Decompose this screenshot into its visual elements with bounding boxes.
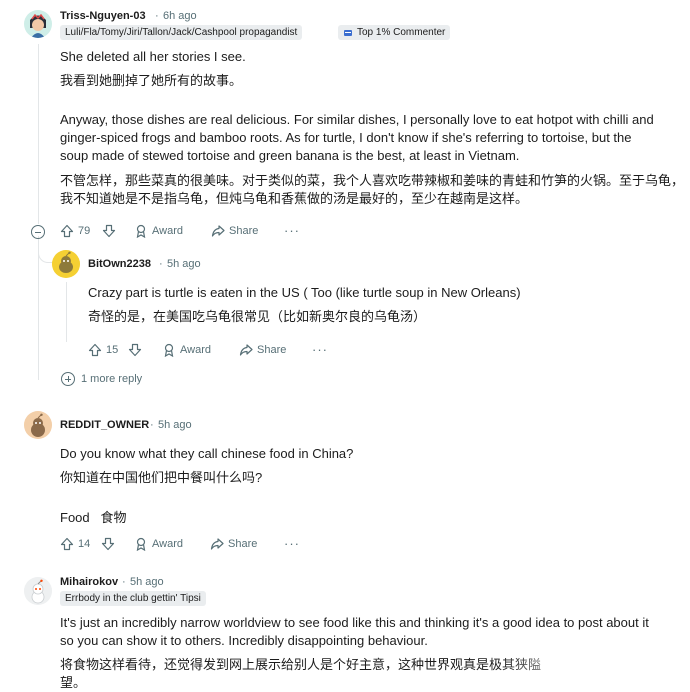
user-flair: Errbody in the club gettin' Tipsi xyxy=(60,591,206,606)
comment-text: 望。 xyxy=(60,675,87,690)
upvote-button[interactable]: 15 xyxy=(88,343,118,357)
downvote-button[interactable] xyxy=(101,537,115,551)
downvote-icon xyxy=(128,343,142,357)
timestamp[interactable]: 5h ago xyxy=(167,258,201,270)
share-icon xyxy=(211,225,225,237)
vote-count: 15 xyxy=(106,344,119,356)
comment-text: She deleted all her stories I see. xyxy=(60,49,246,64)
share-label: Share xyxy=(228,538,258,550)
comment-text: Food 食物 xyxy=(60,510,127,525)
thread-line[interactable] xyxy=(38,242,39,380)
more-options-button[interactable]: ··· xyxy=(312,342,328,357)
avatar[interactable] xyxy=(24,411,52,439)
award-icon xyxy=(136,224,146,238)
award-label: Award xyxy=(180,344,211,356)
comment-text: Do you know what they call chinese food … xyxy=(60,446,354,461)
share-label: Share xyxy=(257,344,287,356)
downvote-icon xyxy=(101,537,115,551)
more-options-button[interactable]: ··· xyxy=(284,223,300,238)
upvote-button[interactable]: 79 xyxy=(60,224,90,238)
share-button[interactable]: Share xyxy=(239,343,286,357)
avatar-snoo-icon xyxy=(52,250,80,278)
comment-text: It's just an incredibly narrow worldview… xyxy=(60,615,649,630)
meta-dot: · xyxy=(122,576,126,588)
upvote-icon xyxy=(60,224,74,238)
share-button[interactable]: Share xyxy=(210,537,257,551)
comment-text: 我看到她删掉了她所有的故事。 xyxy=(60,73,243,88)
more-options-button[interactable]: ··· xyxy=(284,536,300,551)
comment-text: Anyway, those dishes are real delicious.… xyxy=(60,112,654,127)
text-fade-overlay xyxy=(500,654,690,674)
avatar-snoo-icon xyxy=(24,577,52,605)
more-replies-link[interactable]: 1 more reply xyxy=(81,373,142,385)
comment-text: 你知道在中国他们把中餐叫什么吗? xyxy=(60,470,263,485)
timestamp[interactable]: 6h ago xyxy=(163,10,197,22)
comment-text: 不管怎样，那些菜真的很美味。对于类似的菜，我个人喜欢吃带辣椒和姜味的青蛙和竹笋的… xyxy=(60,173,685,188)
upvote-icon xyxy=(88,343,102,357)
award-button[interactable]: Award xyxy=(134,224,183,238)
award-label: Award xyxy=(152,225,183,237)
meta-dot: · xyxy=(159,258,163,270)
meta-dot: · xyxy=(150,419,154,431)
comment-text: 我不知道她是不是指乌龟，但炖乌龟和香蕉做的汤是最好的，至少在越南是这样。 xyxy=(60,191,529,206)
comment-text: so you can show it to others. Incredibly… xyxy=(60,633,428,648)
expand-replies-button[interactable] xyxy=(61,372,75,386)
collapse-thread-button[interactable] xyxy=(31,225,45,239)
comment-text: 奇怪的是，在美国吃乌龟很常见（比如新奥尔良的乌龟汤） xyxy=(88,309,427,324)
username[interactable]: BitOwn2238 xyxy=(88,258,151,270)
timestamp[interactable]: 5h ago xyxy=(158,419,192,431)
comment-text: 将食物这样看待，还觉得发到网上展示给别人是个好主意，这种世界观真是极其狭隘 xyxy=(60,657,542,672)
comment-text: ginger-spiced frogs and bamboo roots. As… xyxy=(60,130,632,145)
upvote-button[interactable]: 14 xyxy=(60,537,90,551)
thread-line[interactable] xyxy=(38,44,39,224)
top-commenter-badge: Top 1% Commenter xyxy=(338,25,451,40)
downvote-icon xyxy=(102,224,116,238)
award-icon xyxy=(164,343,174,357)
vote-count: 14 xyxy=(78,538,91,550)
avatar[interactable] xyxy=(24,10,52,38)
username[interactable]: REDDIT_OWNER xyxy=(60,419,149,431)
badge-label: Top 1% Commenter xyxy=(357,27,446,38)
share-label: Share xyxy=(229,225,259,237)
vote-count: 79 xyxy=(78,225,91,237)
thread-branch xyxy=(38,236,53,263)
award-button[interactable]: Award xyxy=(162,343,211,357)
username[interactable]: Mihairokov xyxy=(60,576,118,588)
badge-icon xyxy=(344,29,352,36)
downvote-button[interactable] xyxy=(102,224,116,238)
downvote-button[interactable] xyxy=(128,343,142,357)
avatar[interactable] xyxy=(52,250,80,278)
thread-line[interactable] xyxy=(66,282,67,342)
meta-dot: · xyxy=(155,10,159,22)
user-flair: Luli/Fla/Tomy/Jiri/Tallon/Jack/Cashpool … xyxy=(60,25,303,40)
avatar-character-icon xyxy=(24,10,52,38)
comment-text: soup made of stewed tortoise and green b… xyxy=(60,148,520,163)
award-icon xyxy=(136,537,146,551)
avatar-snoo-icon xyxy=(24,411,52,439)
comment-text: Crazy part is turtle is eaten in the US … xyxy=(88,285,521,300)
avatar[interactable] xyxy=(24,577,52,605)
share-icon xyxy=(210,538,224,550)
upvote-icon xyxy=(60,537,74,551)
share-icon xyxy=(239,344,253,356)
award-button[interactable]: Award xyxy=(134,537,183,551)
share-button[interactable]: Share xyxy=(211,224,258,238)
username[interactable]: Triss-Nguyen-03 xyxy=(60,10,146,22)
timestamp[interactable]: 5h ago xyxy=(130,576,164,588)
award-label: Award xyxy=(152,538,183,550)
